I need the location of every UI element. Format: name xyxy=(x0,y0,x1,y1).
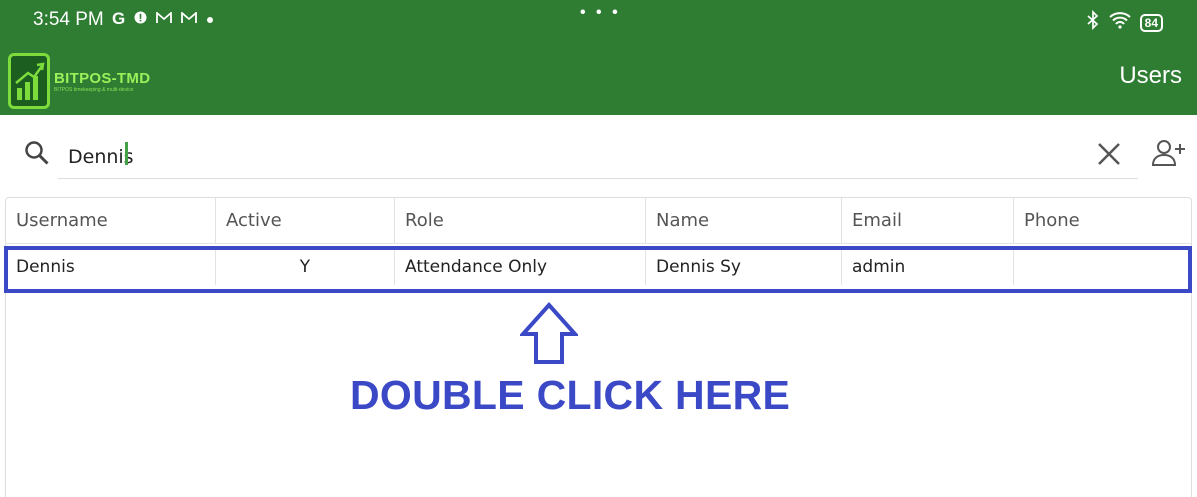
notification-icons: G xyxy=(112,9,214,29)
close-icon[interactable] xyxy=(1096,141,1122,172)
column-header-active[interactable]: Active xyxy=(216,198,395,243)
app-logo: BITPOS-TMD BITPOS timekeeping & multi-de… xyxy=(8,53,150,109)
page-title: Users xyxy=(1119,62,1182,89)
logo-name: BITPOS-TMD xyxy=(54,69,151,87)
up-arrow-icon xyxy=(518,302,580,371)
add-user-icon[interactable] xyxy=(1151,139,1187,172)
instruction-annotation: DOUBLE CLICK HERE xyxy=(350,372,791,418)
alert-icon xyxy=(134,9,147,29)
battery-icon: 84 xyxy=(1139,13,1163,32)
column-header-role[interactable]: Role xyxy=(395,198,646,243)
status-time: 3:54 PM xyxy=(33,9,104,30)
wifi-icon xyxy=(1108,11,1132,34)
column-header-username[interactable]: Username xyxy=(6,198,216,243)
dot-icon xyxy=(206,9,214,29)
window-handle-dots[interactable]: • • • xyxy=(580,4,621,22)
bluetooth-icon xyxy=(1086,9,1100,35)
search-icon[interactable] xyxy=(24,140,50,171)
search-bar xyxy=(0,115,1197,195)
search-input[interactable] xyxy=(58,135,1138,179)
logo-mark-icon xyxy=(8,53,50,109)
gmail-icon xyxy=(181,9,198,29)
google-icon: G xyxy=(112,9,126,28)
column-header-phone[interactable]: Phone xyxy=(1014,198,1191,243)
logo-tagline: BITPOS timekeeping & multi-device xyxy=(54,86,134,93)
row-highlight-box xyxy=(4,246,1192,293)
app-bar: BITPOS-TMD BITPOS timekeeping & multi-de… xyxy=(0,45,1197,115)
system-icons: 84 xyxy=(1086,9,1163,35)
users-table: Username Active Role Name Email Phone De… xyxy=(5,197,1192,497)
status-bar: 3:54 PM G • • • 84 xyxy=(0,0,1197,45)
column-header-email[interactable]: Email xyxy=(842,198,1014,243)
column-header-name[interactable]: Name xyxy=(646,198,842,243)
gmail-icon xyxy=(156,9,173,29)
table-header-row: Username Active Role Name Email Phone xyxy=(6,198,1191,244)
text-cursor xyxy=(125,142,128,165)
